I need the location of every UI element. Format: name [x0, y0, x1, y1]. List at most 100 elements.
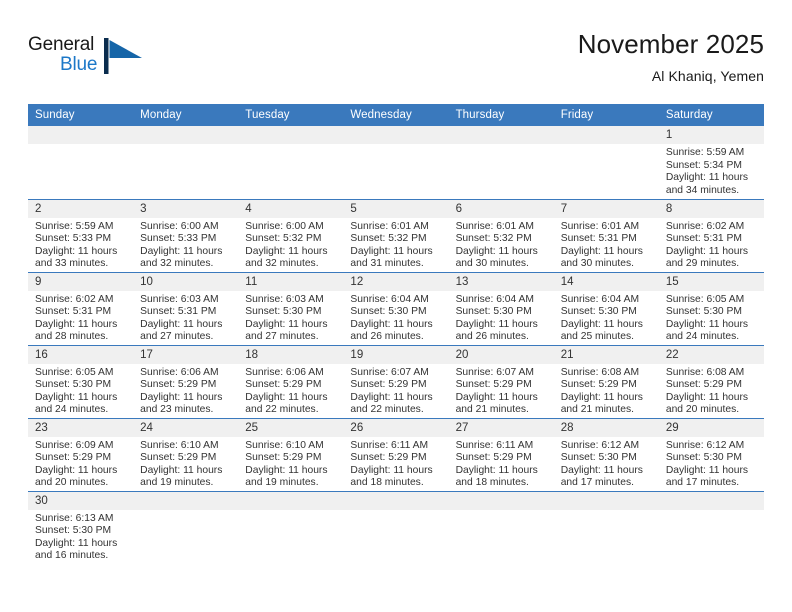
day-number: 16: [28, 345, 134, 364]
daylight-duration-line2: and 18 minutes.: [455, 477, 529, 489]
calendar-day-cell[interactable]: 12 Sunrise: 6:04 AM Sunset: 5:30 PM Dayligh…: [343, 271, 449, 345]
day-number: 28: [553, 418, 659, 437]
page-header: General Blue November 2025 Al Khaniq, Ye…: [28, 28, 764, 90]
day-sun-info: Sunrise: 6:06 AM Sunset: 5:29 PM Daylight:…: [133, 364, 238, 417]
calendar-day-cell[interactable]: 24 Sunrise: 6:10 AM Sunset: 5:29 PM Dayligh…: [133, 417, 239, 491]
daylight-duration-line1: Daylight: 11 hours: [35, 537, 118, 549]
sunrise-time: Sunrise: 6:00 AM: [140, 220, 219, 232]
calendar-day-cell[interactable]: 10 Sunrise: 6:03 AM Sunset: 5:31 PM Dayligh…: [133, 271, 239, 345]
page-title: November 2025: [577, 29, 764, 59]
calendar-day-cell[interactable]: 28 Sunrise: 6:12 AM Sunset: 5:30 PM Dayligh…: [553, 417, 659, 491]
day-number: 8: [658, 199, 764, 218]
sunrise-time: Sunrise: 6:00 AM: [245, 220, 324, 232]
calendar-day-cell[interactable]: 17 Sunrise: 6:06 AM Sunset: 5:29 PM Dayligh…: [133, 344, 239, 418]
sunset-time: Sunset: 5:31 PM: [665, 233, 742, 245]
day-sun-info: Sunrise: 6:00 AM Sunset: 5:33 PM Daylight:…: [133, 218, 238, 271]
calendar-day-cell[interactable]: 11 Sunrise: 6:03 AM Sunset: 5:30 PM Dayligh…: [238, 271, 344, 345]
calendar-day-cell[interactable]: 29 Sunrise: 6:12 AM Sunset: 5:30 PM Dayligh…: [658, 417, 764, 491]
daylight-duration-line1: Daylight: 11 hours: [560, 464, 643, 476]
day-sun-info: Sunrise: 6:07 AM Sunset: 5:29 PM Daylight:…: [343, 364, 448, 417]
calendar-day-cell-empty: [553, 490, 659, 564]
calendar-day-cell[interactable]: 14 Sunrise: 6:04 AM Sunset: 5:30 PM Dayligh…: [553, 271, 659, 345]
calendar-day-cell[interactable]: 3 Sunrise: 6:00 AM Sunset: 5:33 PM Daylight…: [133, 198, 239, 272]
calendar-day-cell[interactable]: 15 Sunrise: 6:05 AM Sunset: 5:30 PM Dayligh…: [658, 271, 764, 345]
sunset-time: Sunset: 5:29 PM: [455, 379, 532, 391]
daylight-duration-line2: and 19 minutes.: [245, 477, 319, 489]
daylight-duration-line2: and 26 minutes.: [455, 331, 529, 343]
daylight-duration-line1: Daylight: 11 hours: [245, 391, 328, 403]
sunrise-time: Sunrise: 6:10 AM: [140, 439, 219, 451]
sunrise-time: Sunrise: 6:01 AM: [560, 220, 640, 232]
calendar-day-cell[interactable]: 27 Sunrise: 6:11 AM Sunset: 5:29 PM Dayligh…: [448, 417, 554, 491]
calendar-day-cell[interactable]: 30 Sunrise: 6:13 AM Sunset: 5:30 PM Dayligh…: [28, 490, 134, 564]
daylight-duration-line2: and 31 minutes.: [350, 258, 424, 270]
daylight-duration-line1: Daylight: 11 hours: [560, 245, 643, 257]
calendar-day-cell[interactable]: 2 Sunrise: 5:59 AM Sunset: 5:33 PM Daylight…: [28, 198, 134, 272]
calendar-day-cell[interactable]: 22 Sunrise: 6:08 AM Sunset: 5:29 PM Dayligh…: [658, 344, 764, 418]
daylight-duration-line1: Daylight: 11 hours: [560, 391, 643, 403]
calendar-page: General Blue November 2025 Al Khaniq, Ye…: [0, 0, 792, 612]
daylight-duration-line2: and 16 minutes.: [35, 550, 109, 562]
daylight-duration-line1: Daylight: 11 hours: [140, 391, 223, 403]
day-number: 20: [448, 345, 554, 364]
calendar-day-cell[interactable]: 1 Sunrise: 5:59 AM Sunset: 5:34 PM Daylight…: [658, 126, 764, 199]
day-sun-info: Sunrise: 5:59 AM Sunset: 5:34 PM Daylight:…: [659, 144, 764, 197]
daylight-duration-line1: Daylight: 11 hours: [665, 318, 749, 330]
daylight-duration-line1: Daylight: 11 hours: [350, 391, 433, 403]
daylight-duration-line1: Daylight: 11 hours: [455, 318, 538, 330]
calendar-day-cell[interactable]: 9 Sunrise: 6:02 AM Sunset: 5:31 PM Daylight…: [28, 271, 134, 345]
weekday-header-thursday: Thursday: [448, 104, 554, 126]
day-number: 1: [658, 126, 764, 144]
location-subtitle: Al Khaniq, Yemen: [651, 68, 764, 85]
day-sun-info: Sunrise: 6:02 AM Sunset: 5:31 PM Daylight:…: [28, 291, 133, 344]
day-number: 12: [343, 272, 449, 291]
calendar-day-cell[interactable]: 21 Sunrise: 6:08 AM Sunset: 5:29 PM Dayligh…: [553, 344, 659, 418]
sunset-time: Sunset: 5:33 PM: [35, 233, 112, 245]
daylight-duration-line1: Daylight: 11 hours: [350, 464, 433, 476]
day-number: [448, 126, 554, 144]
calendar-day-cell[interactable]: 18 Sunrise: 6:06 AM Sunset: 5:29 PM Dayligh…: [238, 344, 344, 418]
calendar-day-cell[interactable]: 25 Sunrise: 6:10 AM Sunset: 5:29 PM Dayligh…: [238, 417, 344, 491]
daylight-duration-line1: Daylight: 11 hours: [140, 245, 223, 257]
day-number: 21: [553, 345, 659, 364]
sunrise-time: Sunrise: 6:01 AM: [350, 220, 429, 232]
calendar-day-cell[interactable]: 13 Sunrise: 6:04 AM Sunset: 5:30 PM Dayligh…: [448, 271, 554, 345]
weekday-header-monday: Monday: [133, 104, 239, 126]
daylight-duration-line2: and 27 minutes.: [245, 331, 319, 343]
calendar-day-cell[interactable]: 20 Sunrise: 6:07 AM Sunset: 5:29 PM Dayligh…: [448, 344, 554, 418]
sunset-time: Sunset: 5:29 PM: [140, 452, 217, 464]
calendar-day-cell[interactable]: 23 Sunrise: 6:09 AM Sunset: 5:29 PM Dayligh…: [28, 417, 134, 491]
calendar-day-cell[interactable]: 7 Sunrise: 6:01 AM Sunset: 5:31 PM Daylight…: [553, 198, 659, 272]
daylight-duration-line2: and 29 minutes.: [665, 258, 740, 270]
calendar-day-cell[interactable]: 6 Sunrise: 6:01 AM Sunset: 5:32 PM Daylight…: [448, 198, 554, 272]
sunset-time: Sunset: 5:29 PM: [35, 452, 112, 464]
calendar-day-cell[interactable]: 5 Sunrise: 6:01 AM Sunset: 5:32 PM Daylight…: [343, 198, 449, 272]
calendar-day-cell[interactable]: 16 Sunrise: 6:05 AM Sunset: 5:30 PM Dayligh…: [28, 344, 134, 418]
day-number: [238, 126, 344, 144]
day-sun-info: Sunrise: 6:05 AM Sunset: 5:30 PM Daylight:…: [28, 364, 133, 417]
calendar-day-cell-empty: [658, 490, 764, 564]
daylight-duration-line2: and 32 minutes.: [140, 258, 214, 270]
daylight-duration-line2: and 24 minutes.: [35, 404, 109, 416]
day-number: 13: [448, 272, 554, 291]
day-sun-info: Sunrise: 6:03 AM Sunset: 5:30 PM Daylight:…: [238, 291, 343, 344]
sunset-time: Sunset: 5:32 PM: [245, 233, 322, 245]
calendar-day-cell-empty: [28, 126, 134, 199]
sunrise-time: Sunrise: 6:02 AM: [35, 293, 114, 305]
sunrise-time: Sunrise: 6:07 AM: [455, 366, 534, 378]
brand-logo[interactable]: General Blue: [28, 34, 148, 86]
calendar-week-row: 1 Sunrise: 5:59 AM Sunset: 5:34 PM Daylight…: [28, 126, 764, 199]
calendar-day-cell[interactable]: 4 Sunrise: 6:00 AM Sunset: 5:32 PM Daylight…: [238, 198, 344, 272]
daylight-duration-line2: and 33 minutes.: [35, 258, 109, 270]
calendar-day-cell[interactable]: 19 Sunrise: 6:07 AM Sunset: 5:29 PM Dayligh…: [343, 344, 449, 418]
calendar-week-row: 16 Sunrise: 6:05 AM Sunset: 5:30 PM Dayligh…: [28, 344, 764, 418]
sunrise-time: Sunrise: 6:05 AM: [665, 293, 745, 305]
calendar-day-cell[interactable]: 26 Sunrise: 6:11 AM Sunset: 5:29 PM Dayligh…: [343, 417, 449, 491]
sunset-time: Sunset: 5:29 PM: [350, 452, 427, 464]
daylight-duration-line1: Daylight: 11 hours: [245, 318, 328, 330]
calendar-day-cell[interactable]: 8 Sunrise: 6:02 AM Sunset: 5:31 PM Daylight…: [658, 198, 764, 272]
day-sun-info: Sunrise: 6:01 AM Sunset: 5:32 PM Daylight:…: [449, 218, 554, 271]
sunrise-time: Sunrise: 6:03 AM: [245, 293, 324, 305]
sunrise-time: Sunrise: 6:04 AM: [350, 293, 429, 305]
day-number: 27: [448, 418, 554, 437]
